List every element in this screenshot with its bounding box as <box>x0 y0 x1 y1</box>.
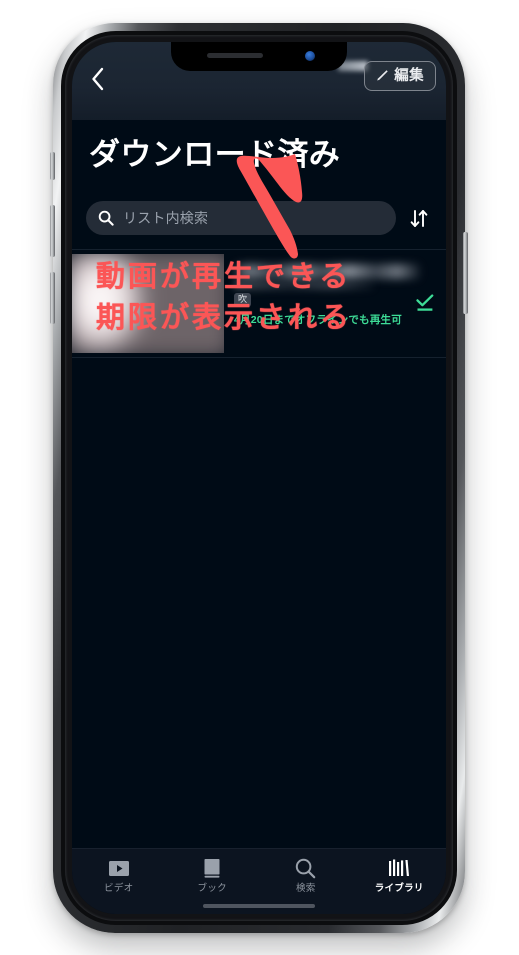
downloaded-check-icon[interactable] <box>414 294 436 314</box>
tab-video-label: ビデオ <box>104 883 134 894</box>
check-over-line-icon <box>416 294 434 311</box>
search-placeholder-text: リスト内検索 <box>123 210 209 226</box>
pencil-icon <box>377 70 388 81</box>
annotation-caption: 動画が再生できる 期限が表示される <box>96 257 352 339</box>
power-side-button[interactable] <box>463 232 468 314</box>
sort-button[interactable] <box>406 203 432 233</box>
tab-book-label: ブック <box>197 883 227 894</box>
hand-drawn-up-arrow-icon <box>232 152 350 262</box>
tab-search[interactable]: 検索 <box>259 857 353 894</box>
volume-up-button[interactable] <box>50 205 55 257</box>
phone-screen: 編集 ダウンロード済み リスト内検索 吹 4月20日までオフラインでも再生可 動… <box>72 42 446 914</box>
tab-library[interactable]: ライブラリ <box>353 857 447 894</box>
camera-dot-icon <box>305 51 315 61</box>
edit-button-label: 編集 <box>394 67 424 84</box>
speaker-grille-icon <box>207 53 263 58</box>
video-play-icon <box>108 857 130 879</box>
list-divider-bottom <box>72 357 446 358</box>
library-books-icon <box>388 857 410 879</box>
search-icon <box>295 857 316 879</box>
search-icon <box>98 210 114 226</box>
tab-video[interactable]: ビデオ <box>72 857 166 894</box>
tab-search-label: 検索 <box>295 883 316 894</box>
annotation-line-1: 動画が再生できる <box>96 261 352 293</box>
volume-down-button[interactable] <box>50 272 55 324</box>
book-icon <box>202 857 222 879</box>
back-button[interactable] <box>80 62 114 96</box>
tab-library-label: ライブラリ <box>374 883 424 894</box>
tab-book[interactable]: ブック <box>166 857 260 894</box>
device-notch <box>171 42 347 71</box>
mute-switch-button[interactable] <box>50 152 55 180</box>
sort-up-down-icon <box>410 209 428 227</box>
home-indicator[interactable] <box>203 904 315 908</box>
edit-button[interactable]: 編集 <box>364 61 436 91</box>
chevron-left-icon <box>91 67 103 91</box>
annotation-line-2: 期限が表示される <box>96 302 353 335</box>
screenshot-stage: 編集 ダウンロード済み リスト内検索 吹 4月20日までオフラインでも再生可 動… <box>0 0 519 955</box>
